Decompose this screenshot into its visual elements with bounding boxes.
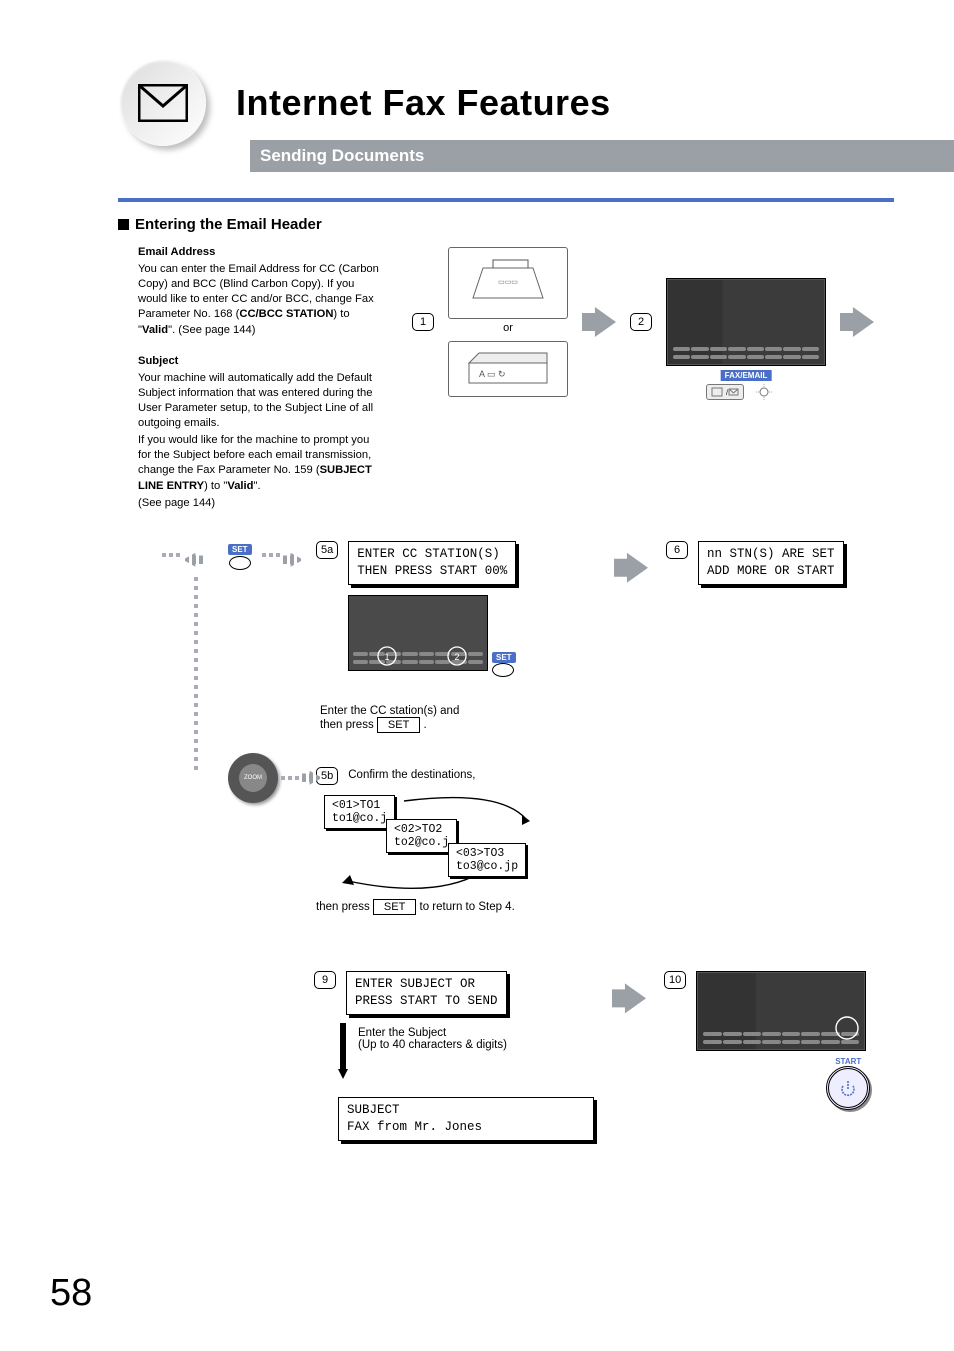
svg-text:1: 1 bbox=[384, 652, 389, 662]
arrow-icon bbox=[582, 307, 616, 337]
set-button-icon bbox=[229, 556, 251, 570]
email-address-heading: Email Address bbox=[138, 245, 384, 260]
arrow-icon bbox=[183, 553, 203, 567]
cursor-pad-icon: ZOOM bbox=[228, 753, 278, 803]
destination-stack: <01>TO1 to1@co.j <02>TO2 to2@co.j <03>TO… bbox=[324, 795, 554, 885]
page-number: 58 bbox=[50, 1272, 92, 1315]
email-address-body: You can enter the Email Address for CC (… bbox=[138, 262, 384, 338]
arrow-icon bbox=[612, 983, 646, 1013]
set-button-icon bbox=[492, 663, 514, 677]
flatbed-illustration: A ▭ ↻ bbox=[448, 341, 568, 397]
start-button-icon bbox=[826, 1066, 870, 1110]
svg-text:▭▭▭: ▭▭▭ bbox=[498, 279, 518, 286]
lcd-5a: ENTER CC STATION(S) THEN PRESS START 00% bbox=[348, 541, 516, 585]
adf-illustration: ▭▭▭ bbox=[448, 247, 568, 319]
mail-icon bbox=[120, 60, 206, 146]
step-badge-2: 2 bbox=[630, 313, 652, 331]
subject-body-1: Your machine will automatically add the … bbox=[138, 371, 384, 431]
svg-text:2: 2 bbox=[454, 652, 459, 662]
control-panel-small: 1 2 bbox=[348, 595, 488, 671]
instr-cc-c: . bbox=[424, 719, 427, 731]
arrow-icon bbox=[302, 771, 322, 785]
description-column: Email Address You can enter the Email Ad… bbox=[138, 241, 384, 513]
step-badge-1: 1 bbox=[412, 313, 434, 331]
instr-cc-a: Enter the CC station(s) and bbox=[320, 705, 459, 717]
step-badge-5a: 5a bbox=[316, 541, 338, 559]
lcd-9-result: SUBJECT FAX from Mr. Jones bbox=[338, 1097, 594, 1141]
instr-subj-a: Enter the Subject bbox=[358, 1027, 446, 1039]
lcd-9: ENTER SUBJECT OR PRESS START TO SEND bbox=[346, 971, 507, 1015]
section-heading: Entering the Email Header bbox=[135, 216, 322, 233]
instr-ret-b: to return to Step 4. bbox=[420, 901, 515, 913]
led-icon bbox=[756, 384, 772, 400]
set-label: SET bbox=[492, 652, 516, 663]
start-label: START bbox=[826, 1057, 870, 1066]
instr-ret-a: then press bbox=[316, 901, 373, 913]
arrow-icon bbox=[283, 553, 303, 567]
svg-text:A ▭ ↻: A ▭ ↻ bbox=[479, 369, 506, 379]
fax-email-label: FAX/EMAIL bbox=[721, 370, 772, 381]
panel-overlay: 1 2 bbox=[349, 596, 489, 672]
subject-heading: Subject bbox=[138, 354, 384, 369]
or-label: or bbox=[503, 322, 513, 334]
page-subtitle: Sending Documents bbox=[250, 140, 954, 172]
step-badge-9: 9 bbox=[314, 971, 336, 989]
instr-subj-b: (Up to 40 characters & digits) bbox=[358, 1039, 507, 1051]
arrow-icon bbox=[840, 307, 874, 337]
bullet-icon bbox=[118, 219, 129, 230]
subject-body-2: If you would like for the machine to pro… bbox=[138, 433, 384, 493]
instr-confirm: Confirm the destinations, bbox=[348, 767, 475, 781]
step-diagrams: 1 ▭▭▭ or A ▭ ↻ 2 bbox=[412, 241, 874, 513]
svg-text:/: / bbox=[726, 390, 728, 397]
divider bbox=[118, 198, 894, 202]
arrow-bar bbox=[340, 1023, 346, 1069]
instr-cc-b: then press bbox=[320, 719, 377, 731]
step-badge-6: 6 bbox=[666, 541, 688, 559]
page-title: Internet Fax Features bbox=[236, 82, 611, 124]
control-panel-illustration bbox=[666, 278, 826, 366]
fax-email-button: / bbox=[706, 384, 744, 400]
control-panel-illustration bbox=[696, 971, 866, 1051]
arrow-icon bbox=[614, 553, 648, 583]
arrow-down-icon bbox=[338, 1069, 348, 1079]
set-label: SET bbox=[228, 544, 252, 555]
step-badge-10: 10 bbox=[664, 971, 686, 989]
lcd-6: nn STN(S) ARE SET ADD MORE OR START bbox=[698, 541, 844, 585]
set-key: SET bbox=[377, 717, 420, 733]
subject-body-3: (See page 144) bbox=[138, 496, 384, 511]
set-key: SET bbox=[373, 899, 416, 915]
